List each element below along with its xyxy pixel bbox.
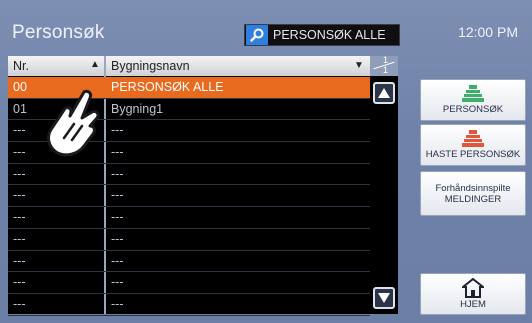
row-building-name: --- [111, 123, 124, 138]
list-item[interactable]: --- --- [8, 207, 370, 229]
list-header: Nr. ▲ Bygningsnavn ▼ [8, 56, 370, 76]
row-building-name: PERSONSØK ALLE [111, 80, 224, 94]
search-icon [246, 25, 268, 45]
list-item[interactable]: --- --- [8, 164, 370, 186]
row-building-name: --- [111, 275, 124, 290]
speaker-icon [462, 84, 484, 102]
prerecorded-label-line1: Forhåndsinnspilte [435, 182, 511, 194]
row-building-name: --- [111, 253, 124, 268]
urgent-speaker-icon [462, 129, 484, 147]
haste-personsok-label: HASTE PERSONSØK [425, 148, 521, 160]
list-item[interactable]: --- --- [8, 294, 370, 316]
sort-asc-icon[interactable]: ▲ [90, 59, 100, 70]
row-number: --- [13, 188, 26, 203]
search-all-label: PERSONSØK ALLE [273, 28, 386, 42]
prerecorded-messages-button[interactable]: Forhåndsinnspilte MELDINGER [420, 171, 526, 216]
row-building-name: --- [111, 231, 124, 246]
row-building-name: --- [111, 210, 124, 225]
intercom-screen: Personsøk PERSONSØK ALLE 12:00 PM Nr. ▲ … [0, 0, 532, 323]
row-number: --- [13, 210, 26, 225]
row-building-name: --- [111, 296, 124, 311]
column-header-building-name[interactable]: Bygningsnavn [111, 59, 190, 73]
page-total: 1 [383, 65, 389, 75]
row-number: --- [13, 231, 26, 246]
scroll-down-button[interactable] [373, 287, 395, 309]
home-button[interactable]: HJEM [420, 273, 526, 315]
row-number: 00 [13, 80, 27, 94]
personsok-label: PERSONSØK [442, 103, 504, 115]
column-header-nr[interactable]: Nr. [13, 59, 29, 73]
scroll-column: 1 1 [370, 55, 398, 314]
list-item[interactable]: --- --- [8, 251, 370, 273]
row-number: --- [13, 296, 26, 311]
arrow-up-icon [378, 88, 390, 98]
row-number: --- [13, 123, 26, 138]
search-all-button[interactable]: PERSONSØK ALLE [244, 24, 400, 46]
prerecorded-label-line2: MELDINGER [444, 193, 502, 205]
scroll-up-button[interactable] [373, 82, 395, 104]
list-item[interactable]: --- --- [8, 185, 370, 208]
row-building-name: Bygning1 [111, 101, 164, 116]
home-label: HJEM [460, 298, 486, 310]
personsok-button[interactable]: PERSONSØK [420, 79, 526, 121]
arrow-down-icon [378, 293, 390, 303]
row-number: 01 [13, 101, 27, 116]
row-building-name: --- [111, 145, 124, 160]
home-icon [462, 277, 484, 298]
row-number: --- [13, 253, 26, 268]
page-title: Personsøk [12, 22, 105, 43]
page-indicator: 1 1 [370, 55, 398, 76]
row-number: --- [13, 275, 26, 290]
dropdown-arrow-icon[interactable]: ▼ [354, 60, 364, 71]
clock: 12:00 PM [458, 24, 518, 40]
touch-hand-icon [47, 89, 100, 157]
row-number: --- [13, 145, 26, 160]
row-building-name: --- [111, 166, 124, 181]
row-number: --- [13, 166, 26, 181]
haste-personsok-button[interactable]: HASTE PERSONSØK [420, 124, 526, 166]
row-building-name: --- [111, 188, 124, 203]
list-item[interactable]: --- --- [8, 272, 370, 294]
list-item[interactable]: --- --- [8, 229, 370, 251]
